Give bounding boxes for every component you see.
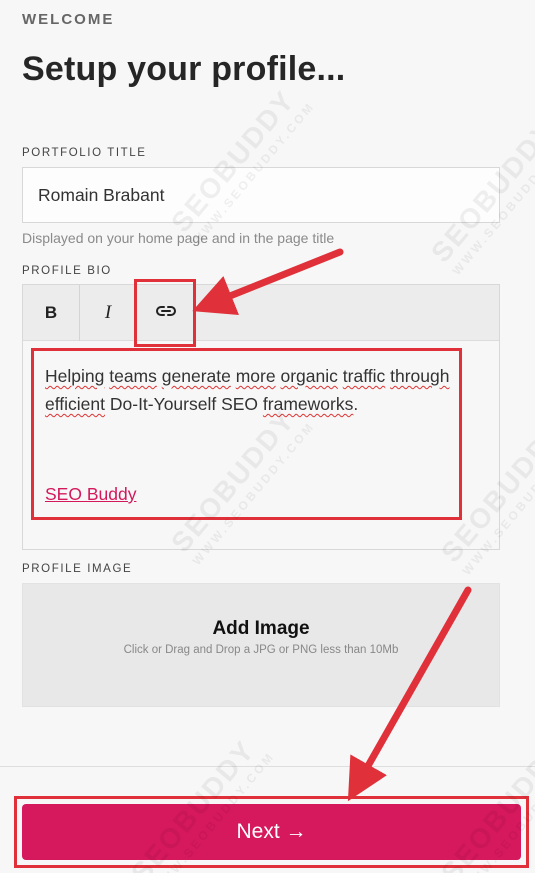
bio-word: Do-It-Yourself SEO xyxy=(109,394,259,414)
seo-buddy-link[interactable]: SEO Buddy xyxy=(45,484,136,505)
bio-word: organic xyxy=(280,366,338,386)
portfolio-title-helper: Displayed on your home page and in the p… xyxy=(22,230,335,246)
profile-bio-editor[interactable]: B I Helping teams generate more organic … xyxy=(22,284,500,550)
bio-word: generate xyxy=(161,366,231,386)
portfolio-title-label: PORTFOLIO TITLE xyxy=(22,147,147,159)
page-title: Setup your profile... xyxy=(22,50,346,88)
profile-image-label: PROFILE IMAGE xyxy=(22,563,133,575)
bio-word: efficient xyxy=(45,394,105,414)
footer-divider xyxy=(0,766,535,767)
bio-word: teams xyxy=(109,366,157,386)
bio-word: frameworks xyxy=(262,394,354,414)
italic-button[interactable]: I xyxy=(80,285,137,341)
welcome-eyebrow: WELCOME xyxy=(22,11,115,28)
link-icon xyxy=(155,303,177,323)
bio-word: through xyxy=(390,366,450,386)
bold-button[interactable]: B xyxy=(23,285,80,341)
next-button[interactable]: Next → xyxy=(22,804,521,860)
editor-toolbar: B I xyxy=(23,285,499,341)
bio-word: traffic xyxy=(342,366,386,386)
bio-word: more xyxy=(235,366,276,386)
add-image-title: Add Image xyxy=(212,618,310,639)
link-button[interactable] xyxy=(137,285,195,341)
bio-word: . xyxy=(353,394,359,414)
portfolio-title-input[interactable] xyxy=(22,167,500,223)
bio-text[interactable]: Helping teams generate more organic traf… xyxy=(45,362,465,418)
profile-bio-label: PROFILE BIO xyxy=(22,265,112,277)
add-image-hint: Click or Drag and Drop a JPG or PNG less… xyxy=(123,644,399,656)
image-drop-zone[interactable]: Add Image Click or Drag and Drop a JPG o… xyxy=(22,583,500,707)
bio-word: Helping xyxy=(45,366,105,386)
